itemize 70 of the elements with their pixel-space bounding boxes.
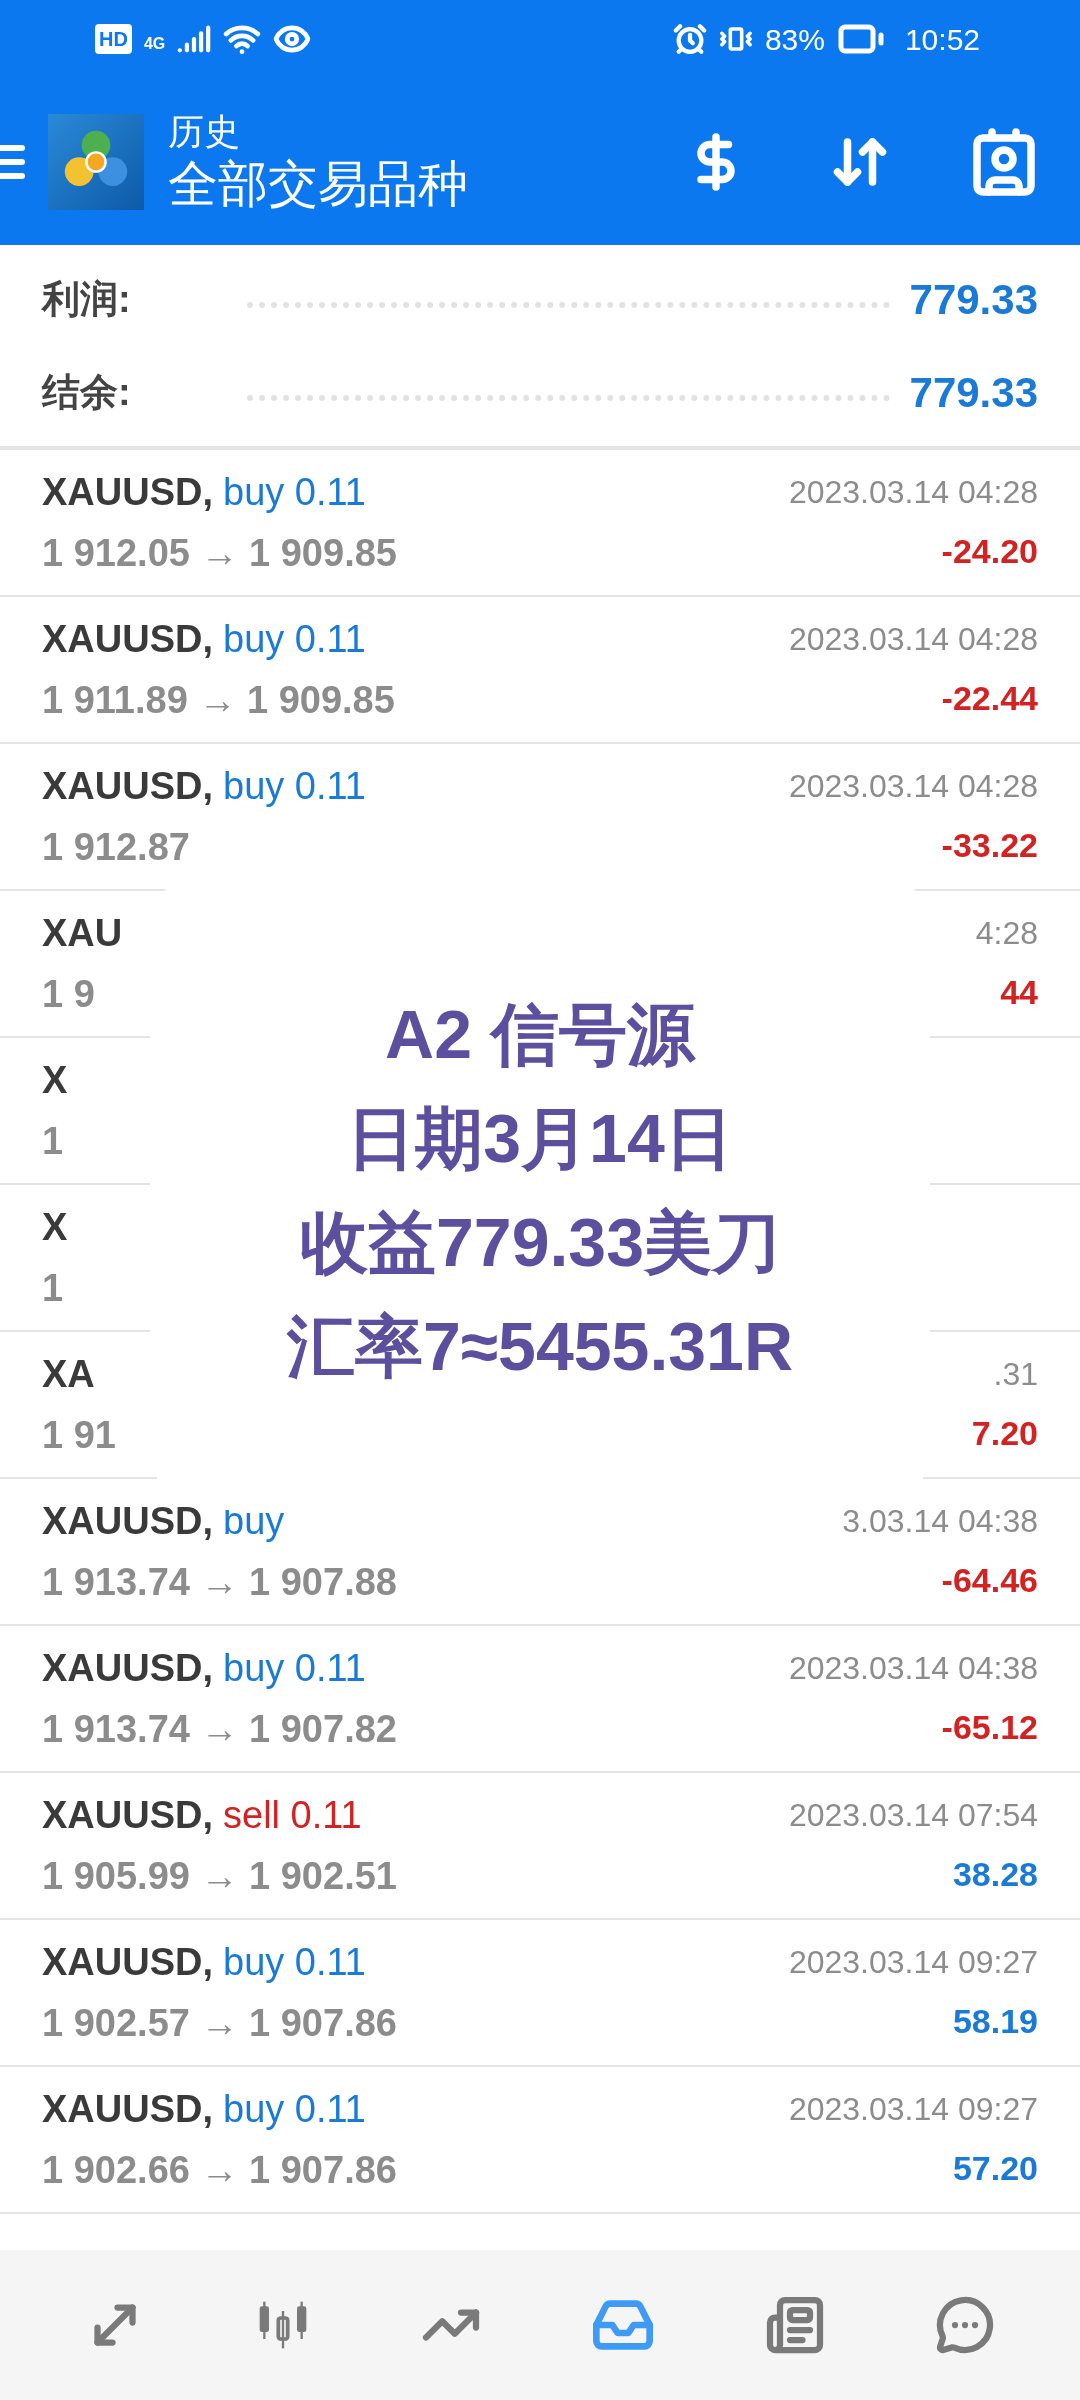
trade-time: .31 <box>993 1355 1038 1394</box>
trade-prices: 1 9 <box>42 971 96 1017</box>
alarm-icon <box>672 22 707 56</box>
trade-symbol: XAUUSD, <box>42 469 214 515</box>
app-logo-icon <box>48 113 144 210</box>
trade-prices: 1 911.89 → 1 909.85 <box>42 677 395 723</box>
trade-prices: 1 <box>42 1118 65 1164</box>
annotation-text: A2 信号源 <box>385 995 695 1074</box>
chat-icon[interactable] <box>935 2295 995 2355</box>
trade-side: buy 0.11 <box>223 469 366 515</box>
trade-symbol: XAUUSD, <box>42 1939 214 1985</box>
trade-side: buy 0.11 <box>223 763 366 809</box>
trade-time: 2023.03.14 04:38 <box>788 1649 1038 1688</box>
trade-time: 2023.03.14 04:28 <box>788 473 1038 512</box>
trade-time: 2023.03.14 07:54 <box>788 1796 1038 1835</box>
trade-profit: -64.46 <box>941 1560 1038 1601</box>
trade-side: buy 0.11 <box>223 1645 366 1691</box>
trade-profit: -65.12 <box>941 1707 1038 1748</box>
summary-value: 779.33 <box>909 367 1038 418</box>
trade-side: buy 0.11 <box>223 2086 366 2132</box>
trade-side: sell 0.11 <box>223 1792 362 1838</box>
trade-prices: 1 91 <box>42 1412 116 1458</box>
trade-prices: 1 <box>42 1265 65 1311</box>
trade-symbol: XAUUSD, <box>42 763 214 809</box>
trade-profit: 57.20 <box>952 2148 1038 2189</box>
annotation-text: 汇率7≈5455.31R <box>286 1307 794 1386</box>
hd-badge: HD <box>95 24 132 54</box>
trade-symbol: XAUUSD, <box>42 1792 214 1838</box>
newspaper-icon[interactable] <box>765 2295 825 2355</box>
trade-time: 3.03.14 04:38 <box>842 1502 1038 1541</box>
trade-symbol: X <box>42 1204 68 1250</box>
trade-prices: 1 913.74 → 1 907.88 <box>42 1559 397 1605</box>
trade-profit: 7.20 <box>971 1413 1038 1454</box>
trade-profit: -24.20 <box>941 531 1038 572</box>
symbol-filter[interactable]: 全部交易品种 <box>168 153 468 214</box>
trade-prices: 1 912.05 → 1 909.85 <box>42 530 397 576</box>
trade-time: 2023.03.14 04:28 <box>788 767 1038 806</box>
trade-profit: -33.22 <box>941 825 1038 866</box>
trade-time: 2023.03.14 09:27 <box>788 1943 1038 1982</box>
trade-side: buy 0.11 <box>223 616 366 662</box>
trade-profit: 58.19 <box>952 2001 1038 2042</box>
trade-time: 2023.03.14 04:28 <box>788 620 1038 659</box>
network-label: 4G <box>143 34 166 54</box>
summary-value: 779.33 <box>909 274 1038 325</box>
trade-symbol: XAUUSD, <box>42 1645 214 1691</box>
trade-symbol: XAUUSD, <box>42 2086 214 2132</box>
trade-side: buy <box>223 1498 285 1544</box>
clock: 10:52 <box>904 21 980 58</box>
summary-label: 利润: <box>42 276 132 322</box>
screen-title: 历史 <box>168 109 241 154</box>
trade-prices: 1 902.66 → 1 907.86 <box>42 2147 397 2193</box>
trade-symbol: XA <box>42 1351 95 1397</box>
trade-prices: 1 905.99 → 1 902.51 <box>42 1853 397 1899</box>
annotation-text: 收益779.33美刀 <box>300 1203 780 1282</box>
trade-symbol: XAU <box>42 910 123 956</box>
trade-prices: 1 913.74 → 1 907.82 <box>42 1706 397 1752</box>
battery-percent: 83% <box>764 21 825 58</box>
trade-prices: 1 902.57 → 1 907.86 <box>42 2000 397 2046</box>
summary-label: 结余: <box>42 369 132 415</box>
trade-side: buy 0.11 <box>223 1939 366 1985</box>
trade-profit: 38.28 <box>952 1854 1038 1895</box>
trade-time: 4:28 <box>975 914 1038 953</box>
annotation-text: 日期3月14日 <box>347 1099 733 1178</box>
trade-profit: -22.44 <box>941 678 1038 719</box>
trade-symbol: XAUUSD, <box>42 616 214 662</box>
trade-time: 2023.03.14 09:27 <box>788 2090 1038 2129</box>
trade-symbol: XAUUSD, <box>42 1498 214 1544</box>
trade-prices: 1 912.87 <box>42 824 191 870</box>
trade-profit: 44 <box>1000 972 1038 1013</box>
trade-symbol: X <box>42 1057 68 1103</box>
